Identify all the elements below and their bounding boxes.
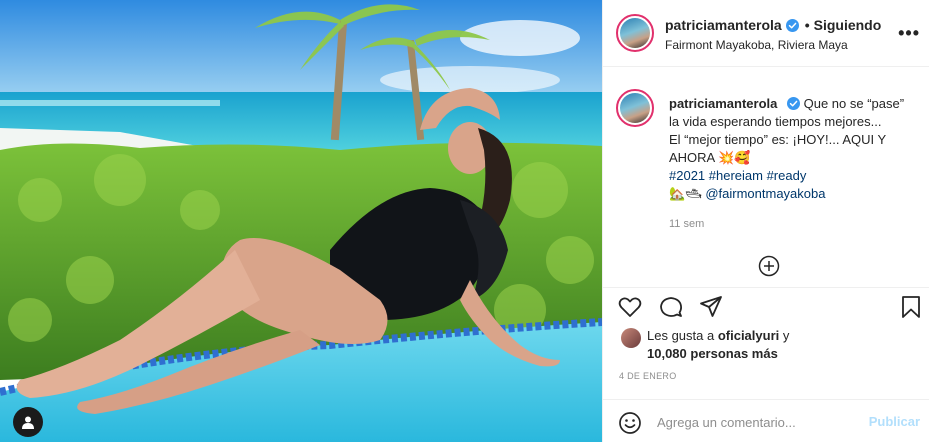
caption-line-3: El “mejor tiempo” es: ¡HOY!... AQUI Y xyxy=(669,132,887,147)
verified-badge-icon xyxy=(785,18,799,32)
separator-dot: • xyxy=(804,17,810,33)
heart-icon[interactable] xyxy=(617,294,643,320)
caption-line-4: AHORA 💥🥰 xyxy=(669,150,751,165)
comment-input[interactable] xyxy=(657,411,857,433)
verified-badge-icon xyxy=(787,97,800,110)
action-bar xyxy=(603,287,929,327)
header-user-line: patriciamanterola • Siguiendo xyxy=(665,17,881,33)
avatar[interactable] xyxy=(621,328,641,348)
smiley-icon[interactable] xyxy=(617,410,643,436)
liker-username-link[interactable]: oficialyuri xyxy=(718,328,779,343)
caption-text: patriciamanterola Que no se “pase” la vi… xyxy=(669,95,917,203)
hashtags-links[interactable]: #2021 #hereiam #ready xyxy=(669,167,917,185)
publish-button[interactable]: Publicar xyxy=(869,414,920,429)
post-header: patriciamanterola • Siguiendo Fairmont M… xyxy=(603,0,929,67)
caption-username-link[interactable]: patriciamanterola xyxy=(669,96,777,111)
avatar[interactable] xyxy=(616,14,654,52)
post-side-panel: patriciamanterola • Siguiendo Fairmont M… xyxy=(602,0,929,442)
caption-area: patriciamanterola Que no se “pase” la vi… xyxy=(603,67,929,287)
comment-bar: Publicar xyxy=(603,399,929,442)
post-time: 11 sem xyxy=(669,218,705,230)
circle-plus-icon[interactable] xyxy=(758,255,780,277)
comment-bubble-icon[interactable] xyxy=(658,294,684,320)
likes-middle: y xyxy=(779,328,790,343)
likes-count-link[interactable]: 10,080 personas más xyxy=(647,346,778,361)
caption-avatar[interactable] xyxy=(616,89,654,127)
mention-link[interactable]: @fairmontmayakoba xyxy=(705,186,825,201)
location-link[interactable]: Fairmont Mayakoba, Riviera Maya xyxy=(665,38,848,52)
user-icon xyxy=(22,416,34,429)
caption-line-2: la vida esperando tiempos mejores... xyxy=(669,114,882,129)
more-options-icon[interactable]: ••• xyxy=(898,23,920,44)
emoji-house-boat: 🏡🛥 xyxy=(669,186,702,201)
post-date: 4 DE ENERO xyxy=(619,371,677,381)
bookmark-icon[interactable] xyxy=(898,294,924,320)
post-photo[interactable] xyxy=(0,0,602,442)
profile-tag-button[interactable] xyxy=(13,407,43,437)
following-button[interactable]: Siguiendo xyxy=(814,17,882,33)
likes-prefix: Les gusta a xyxy=(647,328,718,343)
caption-line-1: Que no se “pase” xyxy=(803,96,905,111)
username-link[interactable]: patriciamanterola xyxy=(665,17,782,33)
paper-plane-icon[interactable] xyxy=(698,294,724,320)
likes-text: Les gusta a oficialyuri y 10,080 persona… xyxy=(647,327,789,363)
